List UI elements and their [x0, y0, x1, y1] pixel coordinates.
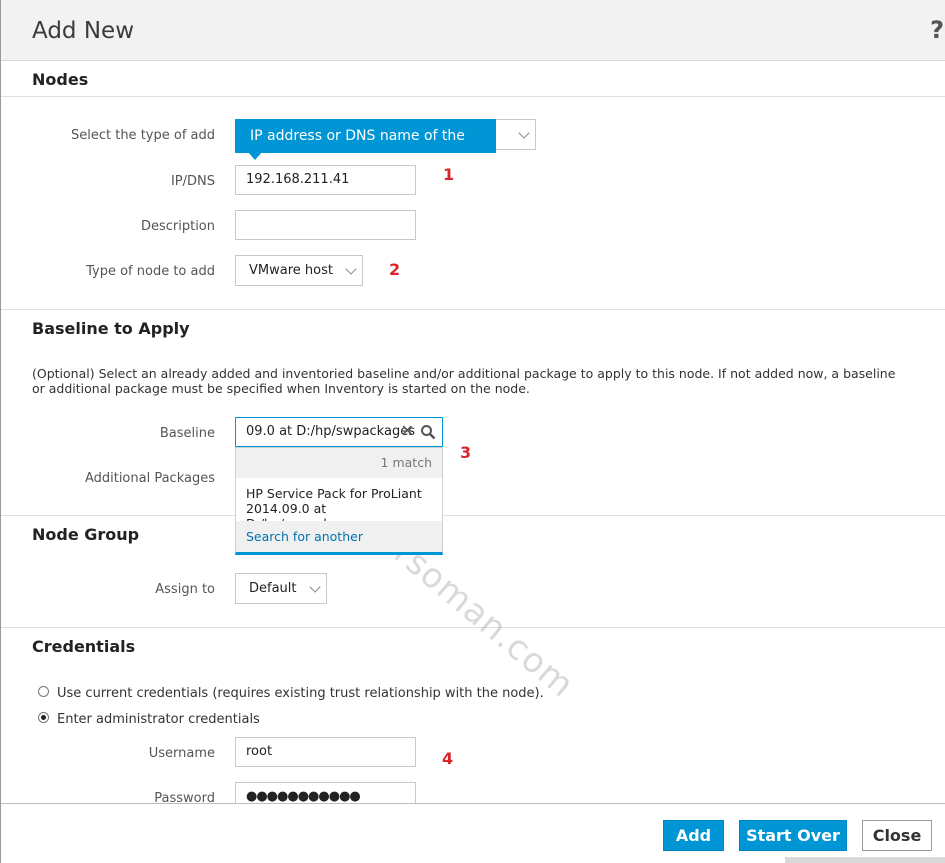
nodes-divider	[1, 96, 945, 97]
section-divider	[1, 627, 945, 628]
enter-admin-credentials-label[interactable]: Enter administrator credentials	[57, 712, 260, 727]
close-button[interactable]: Close	[862, 820, 932, 851]
step-number-2: 2	[389, 260, 401, 279]
add-new-dialog: Add New ? Nodes Select the type of add I…	[0, 0, 945, 863]
status-bar	[785, 857, 945, 863]
tooltip-arrow	[248, 152, 262, 160]
dialog-content[interactable]: Nodes Select the type of add IP address …	[1, 61, 945, 803]
node-group-section-title: Node Group	[32, 525, 140, 544]
step-number-1: 1	[443, 165, 455, 184]
assign-to-label: Assign to	[155, 582, 215, 597]
add-button[interactable]: Add	[663, 820, 724, 851]
chevron-down-icon	[345, 263, 357, 275]
ipdns-tooltip: IP address or DNS name of the node	[235, 119, 496, 178]
assign-to-select[interactable]: Default	[235, 573, 327, 604]
baseline-label: Baseline	[159, 426, 215, 441]
section-divider	[1, 515, 945, 516]
step-number-3: 3	[460, 443, 472, 462]
username-input[interactable]: root	[235, 737, 416, 767]
description-input[interactable]	[235, 210, 416, 240]
dialog-title: Add New	[32, 18, 135, 44]
username-label: Username	[148, 746, 215, 761]
clear-icon[interactable]: ✕	[401, 417, 414, 445]
search-icon[interactable]	[420, 424, 436, 440]
chevron-down-icon	[309, 581, 321, 593]
chevron-down-icon	[518, 127, 530, 139]
step-number-4: 4	[442, 749, 454, 768]
additional-packages-label: Additional Packages	[84, 471, 215, 486]
use-current-credentials-radio[interactable]	[38, 686, 49, 697]
baseline-value: 09.0 at D:/hp/swpackages	[246, 424, 415, 439]
node-type-label: Type of node to add	[86, 264, 215, 279]
dialog-footer: Add Start Over Close	[1, 803, 945, 863]
match-count: 1 match	[236, 448, 442, 478]
assign-to-value: Default	[249, 581, 297, 596]
type-of-add-label: Select the type of add	[70, 128, 215, 143]
search-for-another-link[interactable]: Search for another	[236, 521, 442, 552]
password-input[interactable]: ●●●●●●●●●●●	[235, 782, 416, 803]
node-type-select[interactable]: VMware host	[235, 255, 363, 286]
use-current-credentials-label[interactable]: Use current credentials (requires existi…	[57, 686, 544, 701]
credentials-section-title: Credentials	[32, 637, 136, 656]
baseline-search-input[interactable]: 09.0 at D:/hp/swpackages ✕	[235, 417, 443, 447]
enter-admin-credentials-radio[interactable]	[38, 712, 49, 723]
node-type-value: VMware host	[249, 263, 333, 278]
description-label: Description	[140, 219, 215, 234]
baseline-description: (Optional) Select an already added and i…	[32, 366, 896, 396]
baseline-section-title: Baseline to Apply	[32, 319, 190, 338]
password-label: Password	[154, 791, 215, 803]
help-icon[interactable]: ?	[930, 16, 944, 44]
start-over-button[interactable]: Start Over	[739, 820, 847, 851]
ipdns-input[interactable]: 192.168.211.41	[235, 165, 416, 195]
ipdns-label: IP/DNS	[170, 174, 215, 189]
nodes-section-title: Nodes	[32, 70, 89, 89]
section-divider	[1, 309, 945, 310]
dialog-titlebar: Add New ?	[1, 0, 945, 61]
baseline-autocomplete-dropdown: 1 match HP Service Pack for ProLiant 201…	[235, 447, 443, 555]
